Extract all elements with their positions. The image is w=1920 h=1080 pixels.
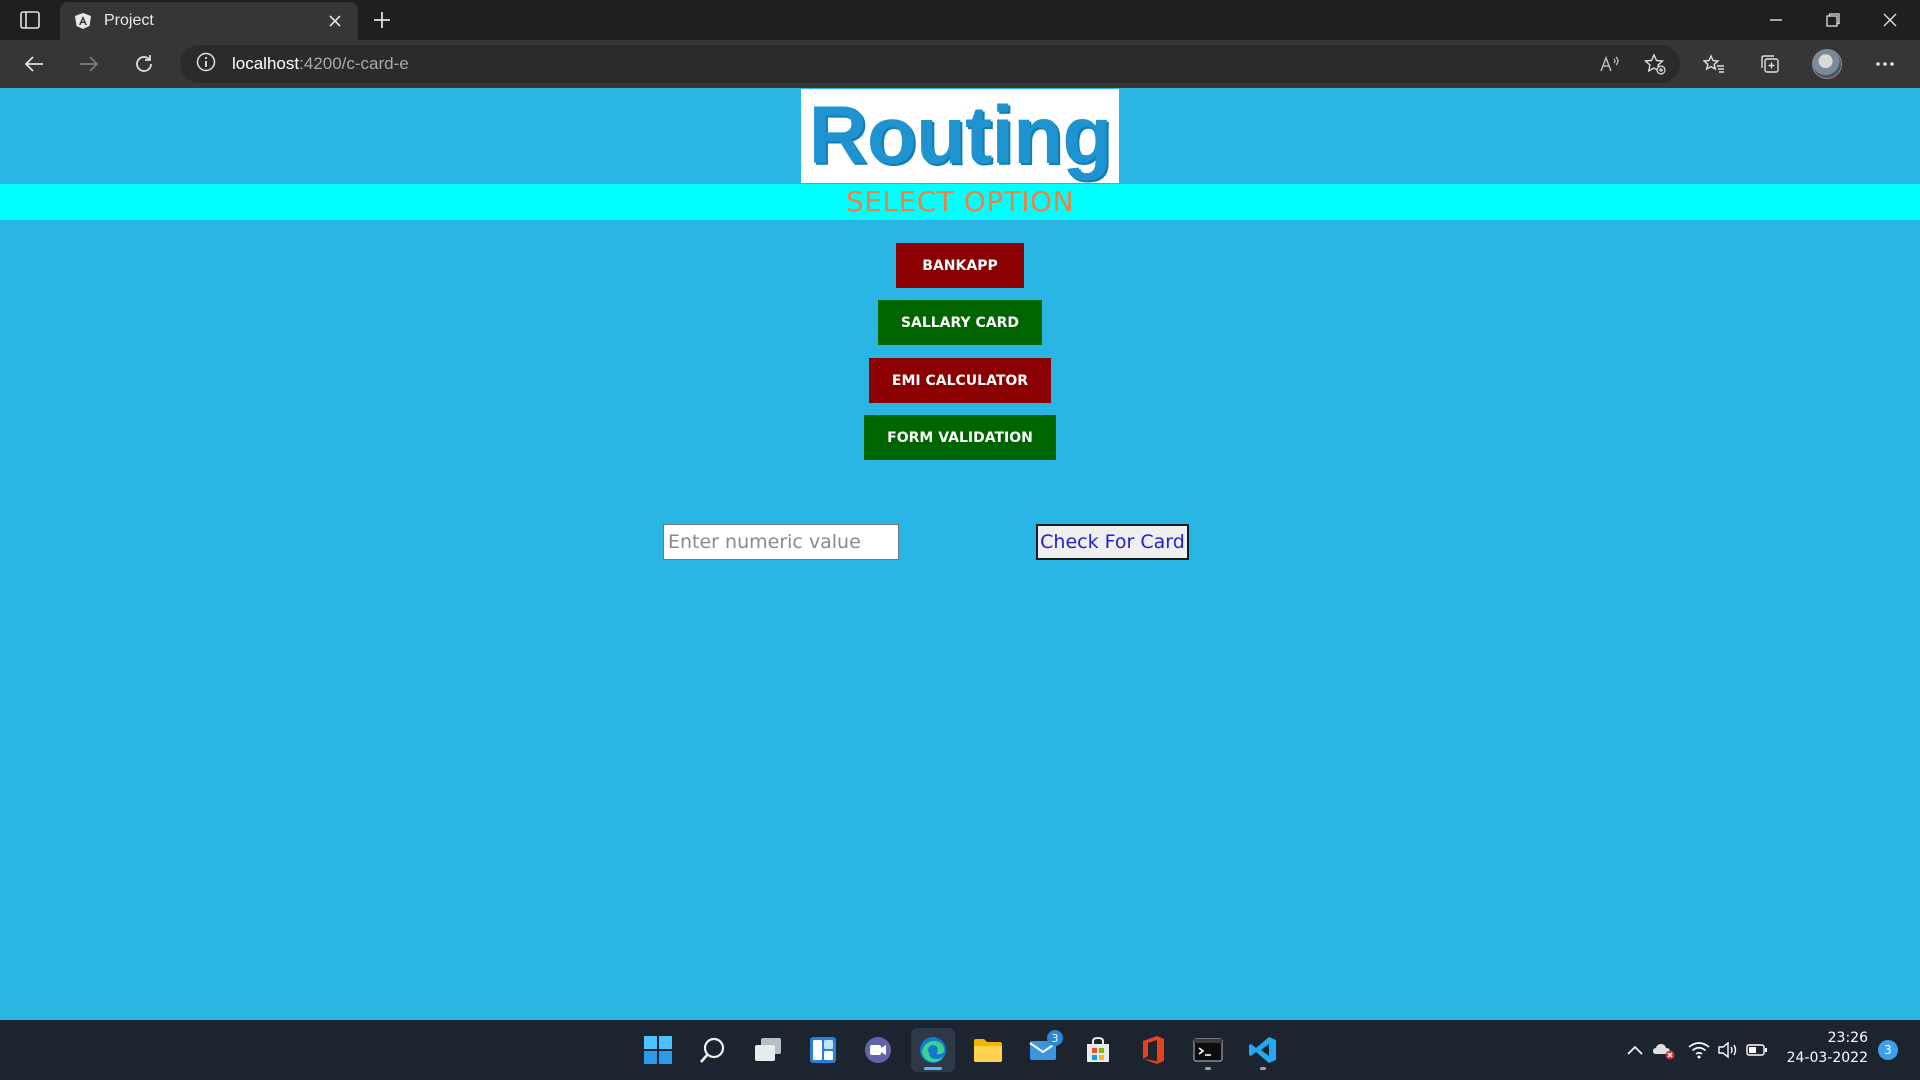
browser-toolbar: localhost:4200/c-card-e [0, 40, 1920, 88]
numeric-value-input[interactable] [663, 524, 899, 560]
show-hidden-icons-icon[interactable] [1623, 1038, 1647, 1062]
back-icon[interactable] [16, 48, 52, 80]
tab-actions-icon[interactable] [16, 8, 44, 32]
mail-badge: 3 [1047, 1030, 1063, 1046]
logo-text: Routing [808, 90, 1113, 181]
restore-icon[interactable] [1805, 0, 1861, 40]
select-option-heading: SELECT OPTION [845, 185, 1075, 218]
new-tab-icon[interactable] [368, 6, 396, 34]
edge-icon[interactable] [911, 1028, 955, 1072]
add-favorite-icon[interactable] [1638, 48, 1672, 80]
address-bar[interactable]: localhost:4200/c-card-e [180, 45, 1680, 83]
file-explorer-icon[interactable] [966, 1028, 1010, 1072]
task-view-icon[interactable] [746, 1028, 790, 1072]
browser-tab[interactable]: Project [60, 2, 358, 40]
site-info-icon[interactable] [196, 52, 216, 77]
bankapp-button[interactable]: BANKAPP [896, 243, 1024, 288]
system-clock[interactable]: 23:26 24-03-2022 [1778, 1028, 1868, 1068]
clock-date: 24-03-2022 [1786, 1050, 1868, 1066]
close-window-icon[interactable] [1862, 0, 1918, 40]
volume-icon[interactable] [1716, 1038, 1740, 1062]
mail-icon[interactable]: 3 [1021, 1028, 1065, 1072]
windows-taskbar: 3 23:26 24-03-2022 3 [0, 1020, 1920, 1080]
widgets-icon[interactable] [801, 1028, 845, 1072]
url-host: localhost [232, 54, 300, 73]
routing-logo: Routing [801, 89, 1119, 183]
emi-calculator-button[interactable]: EMI CALCULATOR [869, 358, 1051, 403]
refresh-icon[interactable] [126, 48, 162, 80]
terminal-icon[interactable] [1186, 1028, 1230, 1072]
browser-tab-bar: Project [0, 0, 1920, 40]
collections-icon[interactable] [1753, 48, 1787, 80]
check-for-card-button[interactable]: Check For Card [1036, 524, 1189, 560]
store-icon[interactable] [1076, 1028, 1120, 1072]
tab-title: Project [104, 12, 154, 29]
select-option-bar: SELECT OPTION [0, 184, 1920, 220]
url-path: :4200/c-card-e [299, 54, 409, 73]
wifi-icon[interactable] [1687, 1038, 1711, 1062]
angular-favicon-icon [74, 12, 92, 30]
more-options-icon[interactable] [1868, 48, 1902, 80]
office-icon[interactable] [1131, 1028, 1175, 1072]
search-icon[interactable] [691, 1028, 735, 1072]
favorites-icon[interactable] [1697, 48, 1731, 80]
notification-badge[interactable]: 3 [1878, 1040, 1898, 1060]
vscode-icon[interactable] [1241, 1028, 1285, 1072]
battery-icon[interactable] [1745, 1038, 1769, 1062]
teams-chat-icon[interactable] [856, 1028, 900, 1072]
sallary-card-button[interactable]: SALLARY CARD [878, 300, 1042, 345]
minimize-icon[interactable] [1748, 0, 1804, 40]
start-icon[interactable] [636, 1028, 680, 1072]
onedrive-error-icon[interactable] [1652, 1038, 1676, 1062]
form-validation-button[interactable]: FORM VALIDATION [864, 415, 1056, 460]
forward-icon[interactable] [71, 48, 107, 80]
clock-time: 23:26 [1827, 1030, 1868, 1046]
profile-avatar[interactable] [1810, 48, 1844, 80]
read-aloud-icon[interactable] [1593, 48, 1627, 80]
close-tab-icon[interactable] [324, 10, 346, 32]
